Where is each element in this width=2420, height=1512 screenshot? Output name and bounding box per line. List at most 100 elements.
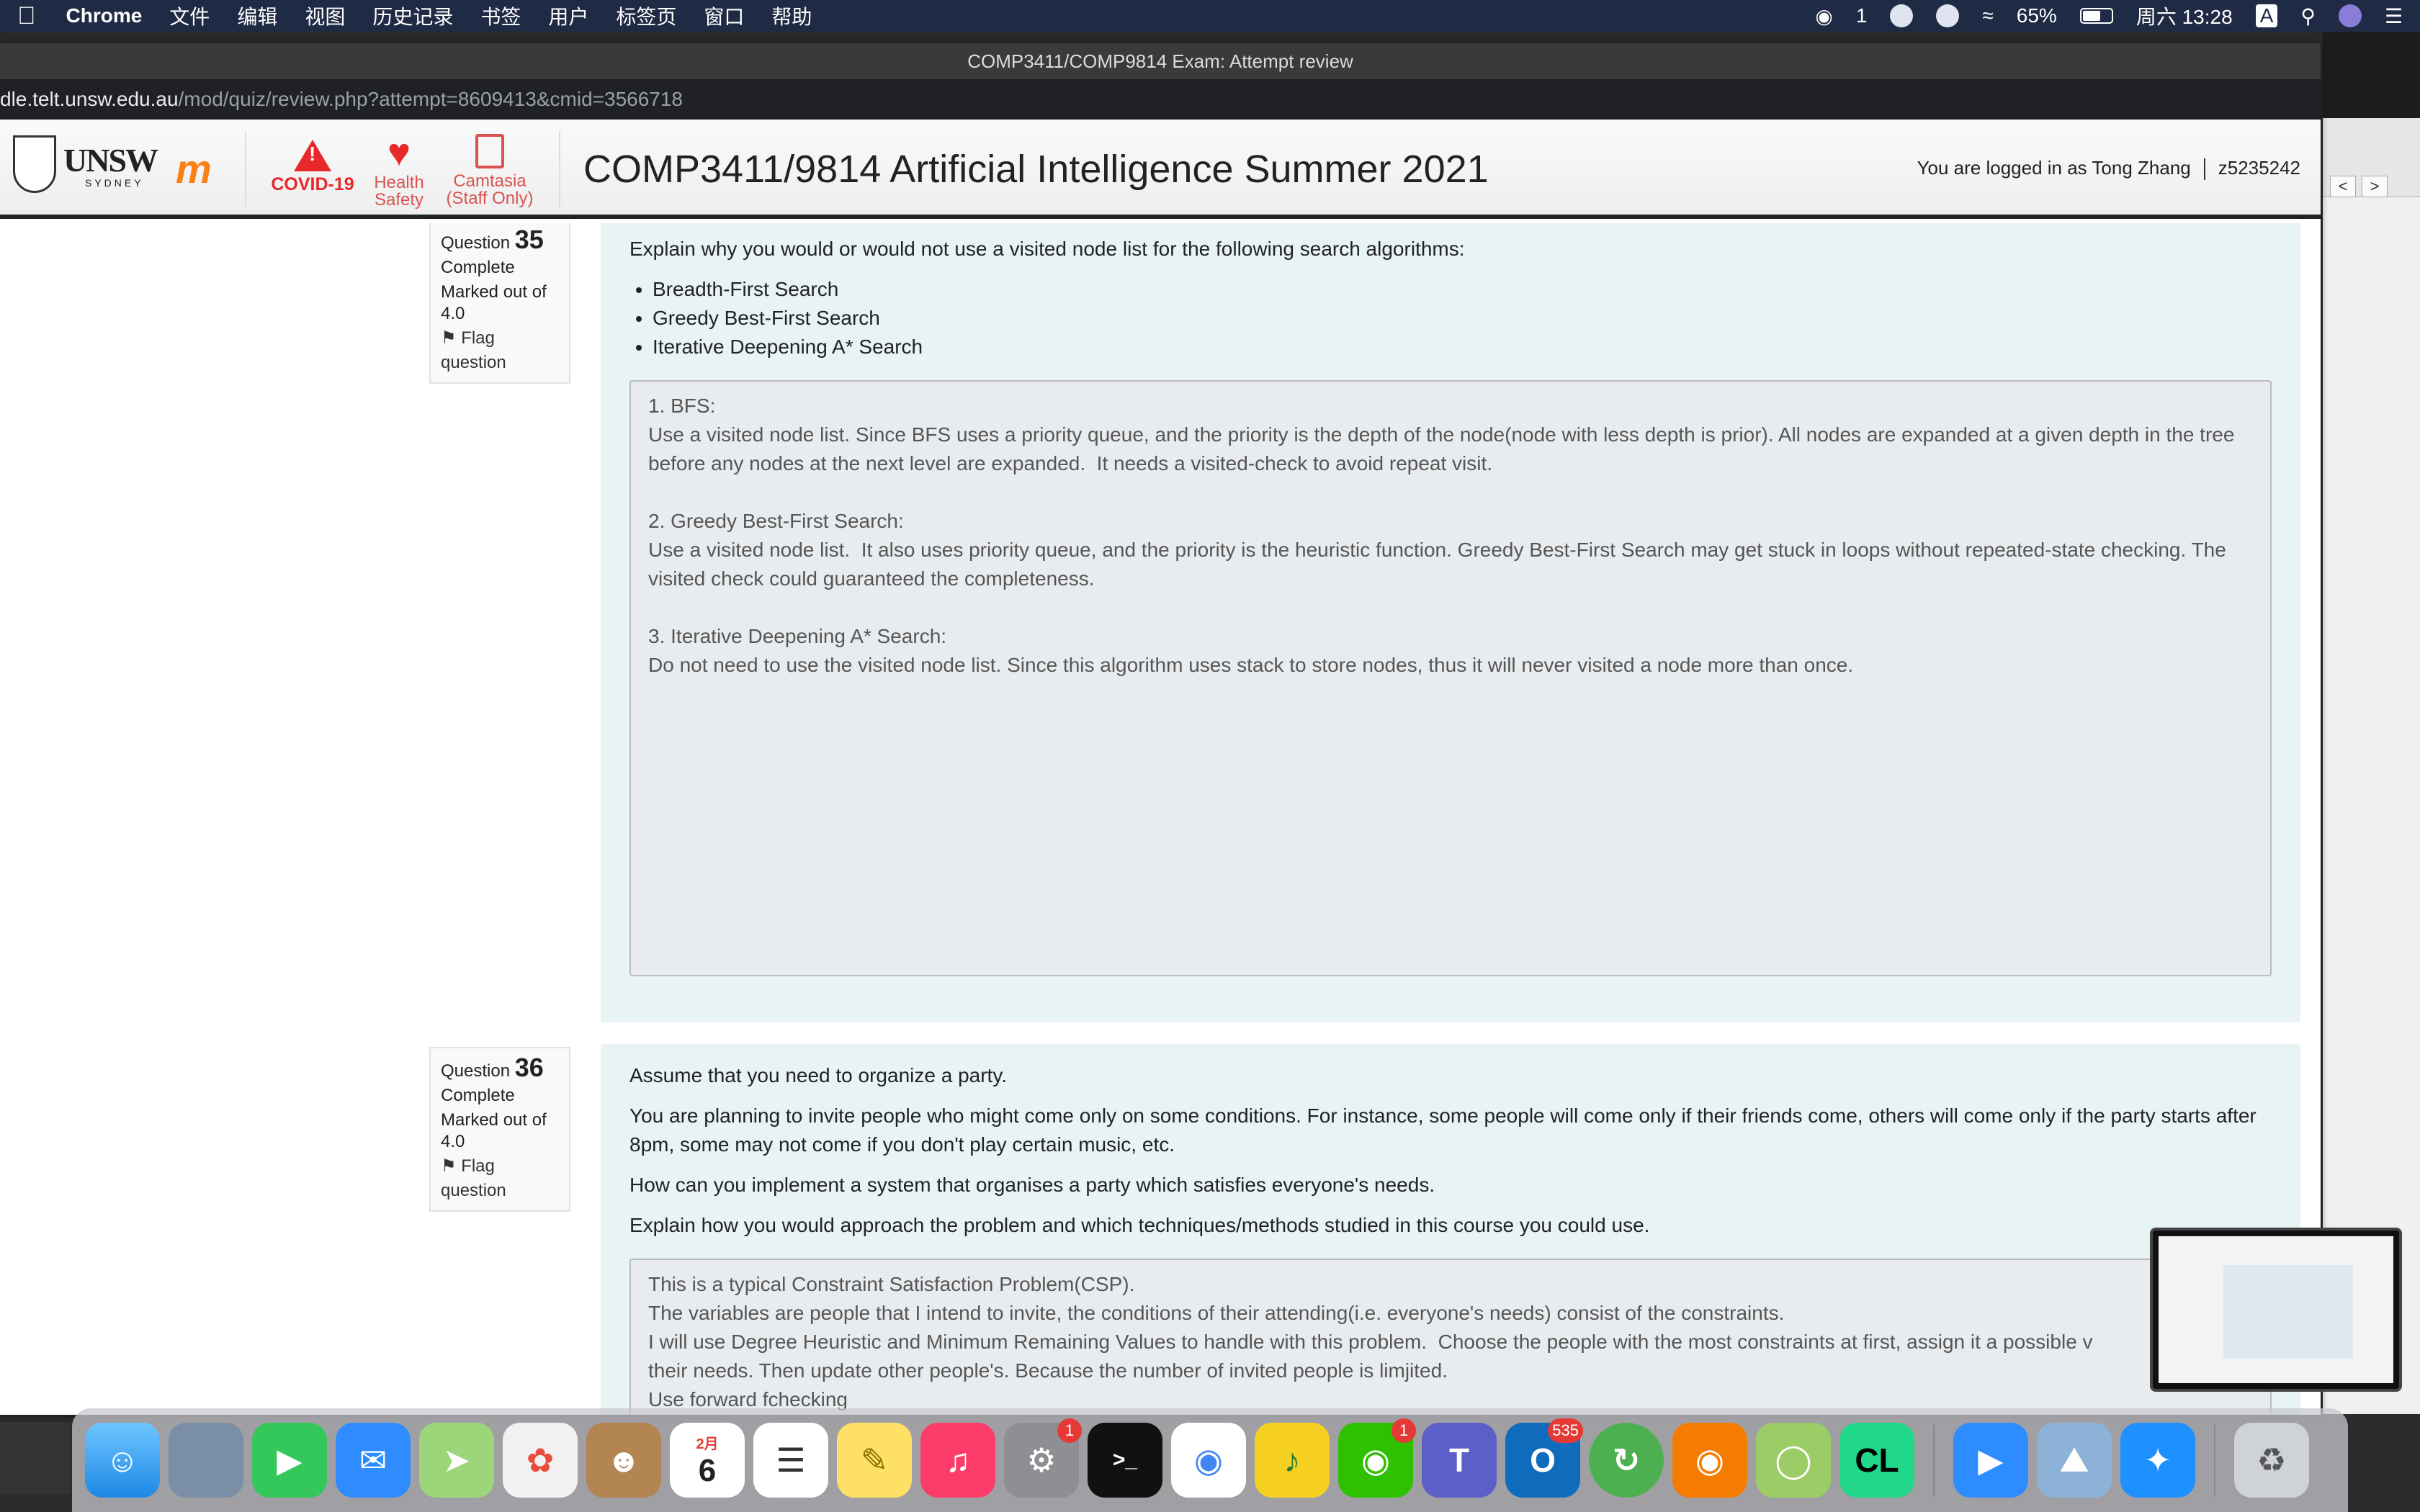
wifi-icon[interactable]: ≈ [1982, 4, 1993, 27]
calendar-month: 2月 [696, 1436, 719, 1452]
covid-link[interactable]: COVID-19 [268, 140, 357, 194]
question-prompt: Explain why you would or would not use a… [629, 238, 1465, 260]
back-arrow-icon[interactable]: < [2330, 176, 2356, 197]
wechat-count: 1 [1855, 4, 1868, 27]
url-host[interactable]: dle.telt.unsw.edu.au [0, 88, 179, 111]
outlook-badge: 535 [1548, 1418, 1583, 1443]
question-body-35: Explain why you would or would not use a… [601, 223, 2300, 1022]
apple-icon[interactable]:  [17, 2, 36, 30]
question-label: Question [441, 1061, 511, 1081]
photos-icon[interactable]: ✿ [503, 1423, 578, 1498]
tiger-app-icon[interactable]: ◉ [1672, 1423, 1747, 1498]
menu-item-file[interactable]: 文件 [169, 1, 210, 30]
menu-item-window[interactable]: 窗口 [704, 1, 744, 30]
wechat-status-icon[interactable]: ◉ [1815, 4, 1832, 28]
status-icon-1[interactable] [1890, 4, 1914, 27]
flag-question-link[interactable]: ⚑ Flag question [441, 1154, 559, 1203]
list-item: Iterative Deepening A* Search [653, 333, 2272, 361]
menu-app-chrome[interactable]: Chrome [66, 4, 143, 27]
image-viewer-icon[interactable]: ⛰ [2037, 1423, 2112, 1498]
flag-label: Flag [461, 1156, 495, 1176]
clion-icon[interactable]: CL [1839, 1423, 1914, 1498]
thumbnail-diagram [2223, 1265, 2353, 1359]
facetime-icon[interactable]: ▶ [252, 1423, 327, 1498]
thumbnail-screen [2159, 1236, 2393, 1383]
finder-icon[interactable]: ☺ [85, 1423, 160, 1498]
notes-icon[interactable]: ✎ [837, 1423, 912, 1498]
answer-textarea[interactable]: This is a typical Constraint Satisfactio… [629, 1259, 2272, 1415]
flag-label: Flag [461, 328, 495, 348]
safari-icon[interactable]: ✦ [2120, 1423, 2195, 1498]
trash-icon[interactable]: ♻ [2234, 1423, 2309, 1498]
menu-item-user[interactable]: 用户 [548, 1, 588, 30]
screenshot-thumbnail[interactable] [2150, 1228, 2402, 1392]
question-number: 35 [514, 225, 544, 254]
question-grade-label: Marked out of [441, 282, 547, 302]
menu-item-edit[interactable]: 编辑 [237, 1, 277, 30]
dock-separator [1933, 1424, 1935, 1496]
menu-item-tab[interactable]: 标签页 [616, 1, 676, 30]
teams-icon[interactable]: T [1422, 1423, 1497, 1498]
question-text: Explain how you would approach the probl… [629, 1214, 1650, 1236]
quiz-review-content[interactable]: Question 35 Complete Marked out of 4.0 ⚑… [0, 223, 2321, 1415]
chrome-icon[interactable]: ◉ [1171, 1423, 1246, 1498]
dock-separator [2214, 1424, 2215, 1496]
flag-question-link[interactable]: ⚑ Flag question [441, 326, 559, 375]
login-text[interactable]: You are logged in as Tong Zhang [1917, 157, 2191, 179]
reminders-icon[interactable]: ☰ [753, 1423, 828, 1498]
user-zid[interactable]: z5235242 [2218, 157, 2300, 179]
question-label: Question [441, 233, 511, 253]
calendar-day: 6 [698, 1452, 717, 1488]
outlook-icon[interactable]: O 535 [1505, 1418, 1583, 1498]
background-window-nav: < > [2330, 176, 2388, 197]
forward-arrow-icon[interactable]: > [2362, 176, 2388, 197]
status-icon-2[interactable] [1936, 4, 1960, 27]
menu-item-bookmarks[interactable]: 书签 [480, 1, 521, 30]
address-bar[interactable]: dle.telt.unsw.edu.au /mod/quiz/review.ph… [0, 79, 2321, 120]
wechat-icon[interactable]: ◉ 1 [1338, 1418, 1416, 1498]
health-safety-link[interactable]: ♥ Health Safety [367, 133, 431, 209]
menu-item-history[interactable]: 历史记录 [372, 1, 453, 30]
maps-icon[interactable]: ➤ [419, 1423, 494, 1498]
sync-app-icon[interactable]: ↻ [1589, 1423, 1664, 1498]
background-window: < > [2323, 32, 2420, 1414]
health-label-1: Health [374, 173, 424, 192]
camtasia-label-1: Camtasia [453, 171, 526, 191]
qq-music-icon[interactable]: ♪ [1255, 1423, 1330, 1498]
flag-icon: ⚑ [441, 1156, 457, 1176]
course-title[interactable]: COMP3411/9814 Artificial Intelligence Su… [583, 147, 1489, 192]
desktop-item[interactable] [0, 1422, 71, 1494]
answer-textarea[interactable]: 1. BFS: Use a visited node list. Since B… [629, 380, 2272, 976]
music-icon[interactable]: ♫ [920, 1423, 995, 1498]
question-grade: 4.0 [441, 304, 465, 323]
question-body-36: Assume that you need to organize a party… [601, 1044, 2300, 1415]
battery-icon[interactable] [2079, 8, 2113, 24]
header-divider [245, 131, 246, 207]
siri-icon[interactable] [2338, 4, 2362, 27]
network-app-icon[interactable]: ◯ [1756, 1423, 1831, 1498]
system-preferences-icon[interactable]: ⚙ 1 [1004, 1418, 1082, 1498]
input-method-icon[interactable]: A [2255, 4, 2278, 27]
header-divider [559, 131, 560, 207]
clock[interactable]: 周六 13:28 [2136, 1, 2233, 30]
menu-item-help[interactable]: 帮助 [771, 1, 812, 30]
calendar-icon[interactable]: 2月 6 [670, 1423, 745, 1498]
dock: ☺ ▶ ✉ ➤ ✿ ☻ 2月 6 ☰ ✎ ♫ ⚙ 1 >_ ◉ ♪ ◉ 1 T O5… [72, 1408, 2348, 1512]
question-grade: 4.0 [441, 1132, 465, 1151]
unsw-logo-text[interactable]: UNSW [63, 141, 158, 179]
url-path[interactable]: /mod/quiz/review.php?attempt=8609413&cmi… [179, 88, 684, 111]
moodle-logo-icon[interactable]: m [176, 145, 212, 192]
unsw-crest-icon[interactable] [13, 135, 56, 193]
unsw-logo-sub: SYDNEY [85, 177, 144, 189]
spotlight-search-icon[interactable]: ⚲ [2300, 4, 2316, 28]
zoom-icon[interactable]: ▶ [1953, 1423, 2028, 1498]
contacts-icon[interactable]: ☻ [586, 1423, 661, 1498]
camtasia-link[interactable]: Camtasia (Staff Only) [441, 134, 539, 207]
menu-item-view[interactable]: 视图 [305, 1, 345, 30]
control-center-icon[interactable]: ☰ [2385, 4, 2403, 28]
algorithm-list: Breadth-First Search Greedy Best-First S… [653, 275, 2272, 361]
messages-icon[interactable]: ✉ [336, 1423, 411, 1498]
terminal-icon[interactable]: >_ [1088, 1423, 1162, 1498]
preview-app-icon[interactable] [169, 1423, 243, 1498]
login-info: You are logged in as Tong Zhang z5235242 [1917, 157, 2300, 181]
